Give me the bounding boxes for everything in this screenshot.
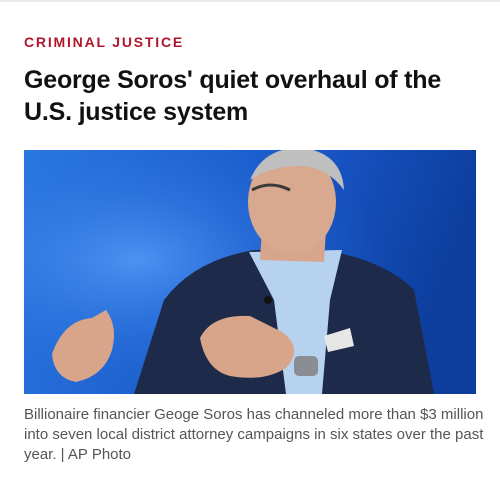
article-headline[interactable]: George Soros' quiet overhaul of the U.S.… <box>24 64 476 128</box>
article-photo <box>24 150 476 394</box>
top-divider <box>0 0 500 2</box>
section-label[interactable]: CRIMINAL JUSTICE <box>24 34 184 50</box>
photo-caption: Billionaire financier Geoge Soros has ch… <box>24 406 484 463</box>
